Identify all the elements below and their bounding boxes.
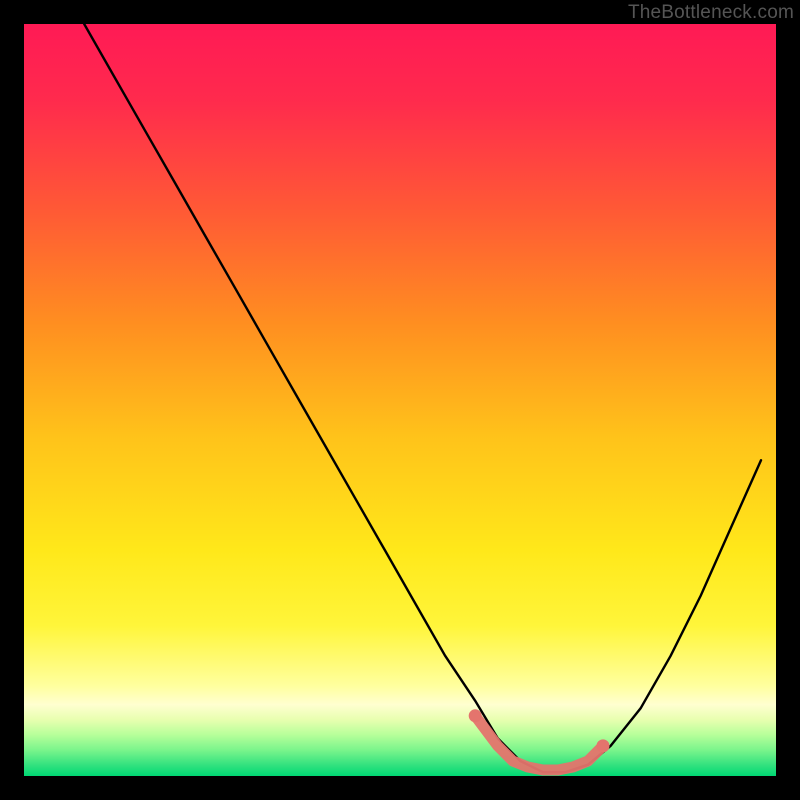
flat-region-marker [475, 716, 603, 770]
marker-dot [597, 739, 610, 752]
plot-area [24, 24, 776, 776]
watermark-text: TheBottleneck.com [628, 2, 794, 24]
chart-frame: TheBottleneck.com [0, 0, 800, 800]
marker-dot [469, 709, 482, 722]
bottleneck-curve [84, 24, 761, 772]
curve-layer [24, 24, 776, 776]
